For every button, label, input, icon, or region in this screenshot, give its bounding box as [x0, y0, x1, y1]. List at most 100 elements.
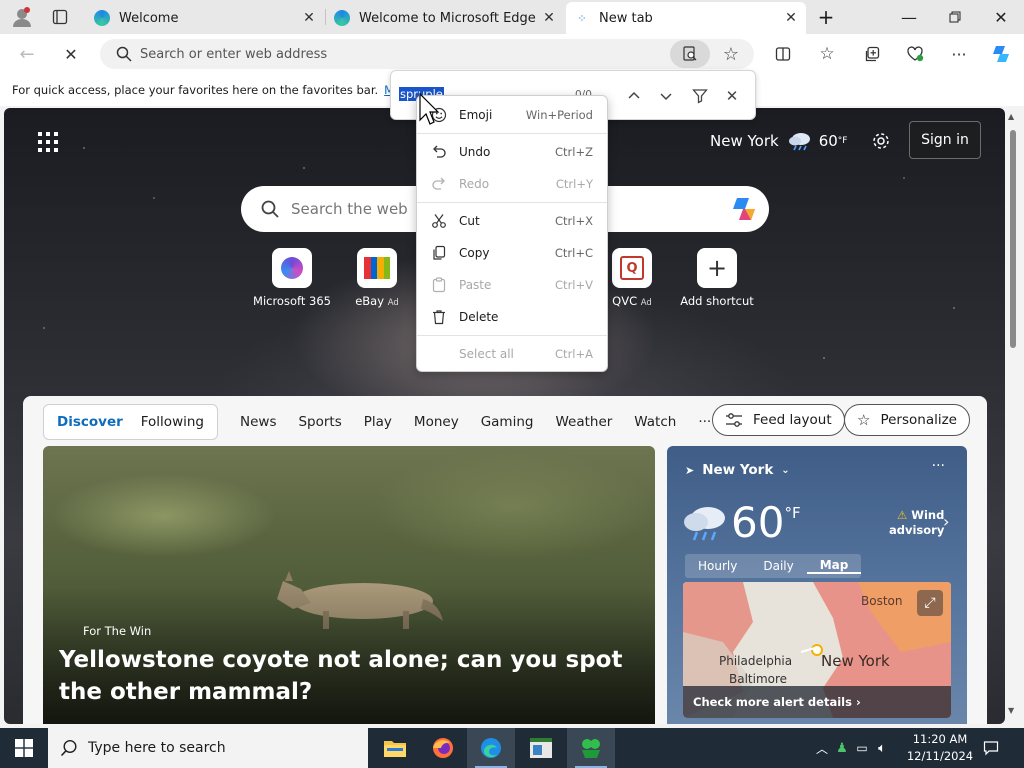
hero-article[interactable]: For The Win Yellowstone coyote not alone…	[43, 446, 655, 724]
menu-item-select-all: Select all Ctrl+A	[417, 340, 607, 368]
nav-news[interactable]: News	[240, 414, 276, 430]
taskbar-firefox[interactable]	[419, 728, 467, 768]
alert-details-link[interactable]: Check more alert details ›	[683, 686, 951, 718]
shortcut-ebay[interactable]: eBay Ad	[332, 248, 422, 308]
profile-button[interactable]	[8, 4, 36, 30]
nav-watch[interactable]: Watch	[634, 414, 676, 430]
scroll-down-arrow-icon[interactable]: ▼	[1008, 706, 1014, 715]
find-next-button[interactable]	[653, 83, 679, 109]
taskbar-file-explorer[interactable]	[371, 728, 419, 768]
split-screen-button[interactable]	[768, 40, 798, 68]
tab-title: Welcome to Microsoft Edge	[359, 10, 536, 26]
tab-new-tab[interactable]: ⁘ New tab ✕	[566, 2, 806, 34]
sign-in-button[interactable]: Sign in	[909, 121, 981, 159]
taskbar-edge[interactable]	[467, 728, 515, 768]
scroll-up-arrow-icon[interactable]: ▲	[1008, 112, 1014, 121]
menu-item-copy[interactable]: Copy Ctrl+C	[417, 239, 607, 267]
tab-discover[interactable]: Discover	[48, 414, 132, 430]
menu-item-emoji[interactable]: Emoji Win+Period	[417, 101, 607, 129]
taskbar-app-window[interactable]	[517, 728, 565, 768]
nav-weather[interactable]: Weather	[555, 414, 612, 430]
tab-welcome-edge[interactable]: Welcome to Microsoft Edge ✕	[326, 2, 564, 34]
clock-date: 12/11/2024	[906, 749, 974, 763]
add-favorite-button[interactable]: ☆	[718, 41, 744, 67]
stop-button[interactable]: ✕	[56, 40, 86, 68]
menu-item-cut[interactable]: Cut Ctrl+X	[417, 207, 607, 235]
close-tab-button[interactable]: ✕	[538, 7, 560, 29]
close-tab-button[interactable]: ✕	[298, 7, 320, 29]
nav-sports[interactable]: Sports	[298, 414, 341, 430]
nav-gaming[interactable]: Gaming	[481, 414, 534, 430]
page-scrollbar[interactable]: ▲ ▼	[1006, 108, 1020, 724]
tab-actions-button[interactable]	[46, 4, 74, 30]
close-tab-button[interactable]: ✕	[780, 7, 802, 29]
restore-button[interactable]	[932, 0, 978, 34]
article-title[interactable]: Yellowstone coyote not alone; can you sp…	[59, 644, 649, 708]
expand-map-button[interactable]: ⤢	[917, 590, 943, 616]
taskbar-game[interactable]	[567, 728, 615, 768]
heart-pulse-icon	[907, 46, 924, 62]
nav-play[interactable]: Play	[364, 414, 392, 430]
page-settings-button[interactable]	[866, 126, 896, 156]
tab-following[interactable]: Following	[132, 414, 213, 430]
shortcut-microsoft-365[interactable]: Microsoft 365	[247, 248, 337, 308]
menu-item-shortcut: Win+Period	[525, 108, 593, 122]
clock[interactable]: 11:20 AM 12/11/2024	[905, 731, 975, 765]
favorites-button[interactable]: ☆	[812, 40, 842, 68]
chevron-right-icon[interactable]: ›	[943, 512, 949, 531]
find-on-page-button[interactable]	[670, 40, 710, 68]
profile-icon	[13, 7, 31, 27]
copilot-button[interactable]	[986, 40, 1016, 68]
start-button[interactable]	[0, 728, 48, 768]
personalize-button[interactable]: ☆ Personalize	[844, 404, 970, 436]
firefox-icon	[433, 738, 453, 758]
wind-advisory-alert[interactable]: ⚠ Wind advisory	[889, 508, 944, 538]
find-options-button[interactable]	[687, 83, 713, 109]
menu-item-shortcut: Ctrl+Z	[555, 145, 593, 159]
scrollbar-thumb[interactable]	[1010, 130, 1016, 348]
edge-icon	[481, 738, 501, 758]
notifications-button[interactable]	[978, 736, 1004, 760]
more-menu-button[interactable]: ···	[944, 40, 974, 68]
back-button[interactable]: ←	[12, 40, 42, 68]
restore-icon	[949, 11, 961, 23]
scissors-icon	[430, 212, 448, 230]
rain-cloud-icon	[684, 507, 725, 541]
menu-item-undo[interactable]: Undo Ctrl+Z	[417, 138, 607, 166]
minimize-button[interactable]: —	[886, 0, 932, 34]
new-tab-button[interactable]: +	[812, 4, 840, 30]
weather-card[interactable]: ➤ New York ⌄ ··· 60°F ⚠ Wind advisory › …	[667, 446, 967, 724]
menu-item-delete[interactable]: Delete	[417, 303, 607, 331]
find-previous-button[interactable]	[621, 83, 647, 109]
notification-icon	[983, 741, 999, 756]
add-shortcut-button[interactable]: + Add shortcut	[672, 248, 762, 308]
browser-essentials-button[interactable]	[900, 40, 930, 68]
volume-icon[interactable]: 🔈︎	[872, 741, 892, 756]
feed-layout-button[interactable]: Feed layout	[712, 404, 845, 436]
app-launcher-icon[interactable]	[34, 130, 62, 154]
menu-item-label: Redo	[459, 177, 490, 191]
nav-money[interactable]: Money	[414, 414, 459, 430]
taskbar-search-placeholder: Type here to search	[88, 740, 226, 756]
weather-map[interactable]: Boston Philadelphia New York Baltimore ⤢…	[683, 582, 951, 718]
address-bar[interactable]: Search or enter web address ☆	[100, 39, 754, 69]
close-window-button[interactable]: ✕	[978, 0, 1024, 34]
tab-hourly[interactable]: Hourly	[685, 559, 750, 573]
tab-daily[interactable]: Daily	[750, 559, 806, 573]
find-close-button[interactable]: ✕	[719, 83, 745, 109]
weather-more-button[interactable]: ···	[932, 458, 945, 474]
taskbar-search-box[interactable]: Type here to search	[48, 728, 368, 768]
chevron-up-icon[interactable]: ︿	[812, 740, 832, 757]
people-icon[interactable]: ♟	[832, 741, 852, 756]
copilot-icon[interactable]	[729, 195, 759, 223]
weather-location[interactable]: ➤ New York ⌄	[685, 462, 790, 478]
tab-map[interactable]: Map	[806, 558, 862, 574]
nav-more[interactable]: ···	[698, 414, 711, 430]
tab-welcome[interactable]: Welcome ✕	[86, 2, 324, 34]
collections-button[interactable]	[856, 40, 886, 68]
warning-icon: ⚠	[896, 508, 908, 522]
chevron-right-icon: ›	[855, 695, 861, 709]
chevron-up-icon	[628, 91, 640, 99]
network-icon[interactable]: ▭	[852, 741, 872, 755]
weather-summary[interactable]: New York 60 °F	[710, 126, 847, 156]
